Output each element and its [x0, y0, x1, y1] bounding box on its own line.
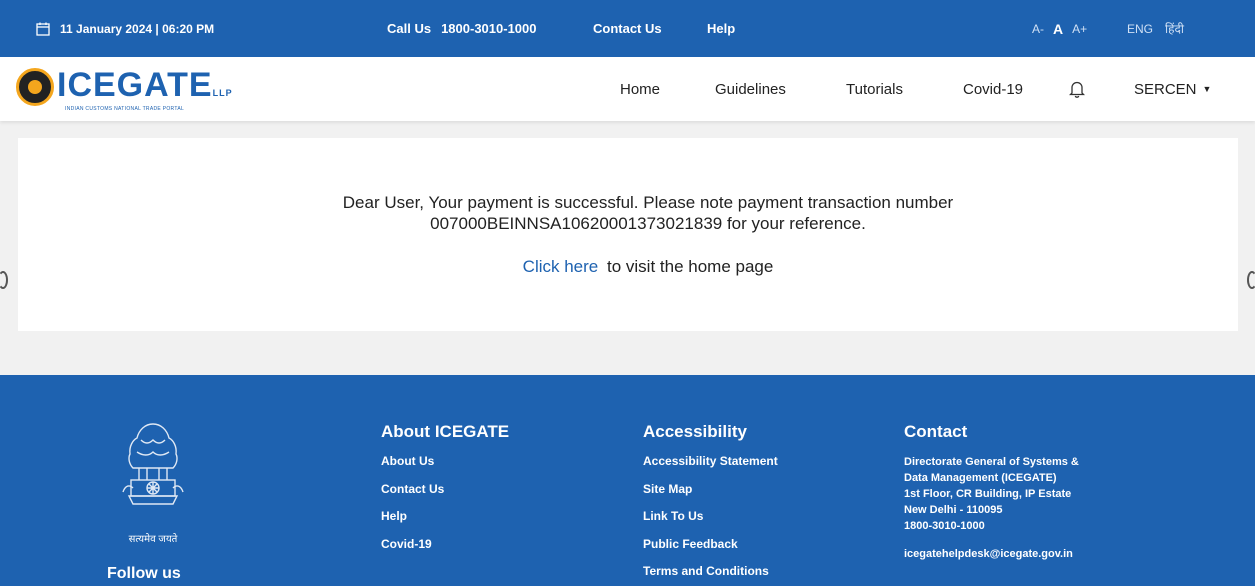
user-menu-dropdown[interactable]: SERCEN ▼ [1134, 57, 1211, 121]
footer-accessibility-section: Accessibility Accessibility Statement Si… [643, 422, 778, 586]
home-page-prompt: Click here to visit the home page [18, 257, 1255, 277]
nav-guidelines[interactable]: Guidelines [715, 57, 786, 121]
calendar-icon [36, 22, 50, 36]
payment-message-line2: 007000BEINNSA10620001373021839 for your … [430, 214, 866, 233]
footer-link-link-to-us[interactable]: Link To Us [643, 509, 778, 537]
footer: सत्यमेव जयते Follow us About ICEGATE Abo… [0, 375, 1255, 586]
footer-link-contact-us[interactable]: Contact Us [381, 482, 509, 510]
nav-covid[interactable]: Covid-19 [963, 57, 1023, 121]
call-us-label: Call Us [387, 21, 432, 36]
nav-home[interactable]: Home [620, 57, 660, 121]
contact-address-line: Data Management (ICEGATE) [904, 472, 1057, 484]
font-increase-button[interactable]: A+ [1072, 22, 1087, 36]
datetime-text: 11 January 2024 | 06:20 PM [60, 21, 215, 36]
chevron-down-icon: ▼ [1202, 84, 1212, 94]
notification-bell-icon[interactable] [1069, 57, 1085, 121]
footer-contact-title: Contact [904, 422, 968, 441]
main-navbar: ICEGATELLP INDIAN CUSTOMS NATIONAL TRADE… [0, 57, 1255, 121]
call-us[interactable]: Call Us 1800-3010-1000 [387, 0, 537, 57]
payment-message-line1: Dear User, Your payment is successful. P… [342, 193, 954, 212]
nav-tutorials[interactable]: Tutorials [846, 57, 903, 121]
footer-about-section: About ICEGATE About Us Contact Us Help C… [381, 422, 509, 564]
click-here-link[interactable]: Click here [523, 257, 599, 276]
logo-tagline: INDIAN CUSTOMS NATIONAL TRADE PORTAL [65, 106, 185, 112]
emblem-motto: सत्यमेव जयते [128, 534, 178, 545]
footer-link-terms[interactable]: Terms and Conditions [643, 564, 778, 586]
contact-address-line: Directorate General of Systems & [904, 456, 1079, 468]
carousel-prev-icon[interactable] [0, 271, 8, 289]
payment-result-card: Dear User, Your payment is successful. P… [18, 138, 1238, 331]
logo-trademark: LLP [212, 88, 233, 98]
footer-link-accessibility-statement[interactable]: Accessibility Statement [643, 454, 778, 482]
top-help-link[interactable]: Help [707, 0, 735, 57]
datetime: 11 January 2024 | 06:20 PM [36, 0, 214, 57]
footer-contact-section: Contact Directorate General of Systems &… [904, 422, 1079, 562]
follow-us-heading: Follow us [107, 565, 181, 582]
language-switcher: ENG हिंदी [1127, 0, 1196, 57]
payment-success-message: Dear User, Your payment is successful. P… [18, 192, 1255, 234]
footer-about-title: About ICEGATE [381, 422, 510, 441]
footer-link-covid[interactable]: Covid-19 [381, 537, 509, 565]
logo-emblem-icon [16, 68, 54, 106]
call-us-number[interactable]: 1800-3010-1000 [441, 21, 536, 36]
footer-link-site-map[interactable]: Site Map [643, 482, 778, 510]
font-size-controls: A- A A+ [1032, 0, 1096, 57]
contact-address-line: 1st Floor, CR Building, IP Estate [904, 488, 1072, 500]
contact-address-line: New Delhi - 110095 [904, 504, 1003, 516]
footer-link-help[interactable]: Help [381, 509, 509, 537]
contact-phone[interactable]: 1800-3010-1000 [904, 518, 1079, 534]
top-contact-us-link[interactable]: Contact Us [593, 0, 662, 57]
user-name: SERCEN [1134, 80, 1197, 98]
lang-english-button[interactable]: ENG [1127, 22, 1153, 36]
lang-hindi-button[interactable]: हिंदी [1165, 20, 1184, 37]
font-normal-button[interactable]: A [1053, 21, 1063, 37]
logo-wordmark-text: ICEGATE [57, 66, 213, 104]
top-bar: 11 January 2024 | 06:20 PM Call Us 1800-… [0, 0, 1255, 57]
footer-accessibility-title: Accessibility [643, 422, 747, 441]
contact-email-link[interactable]: icegatehelpdesk@icegate.gov.in [904, 546, 1079, 562]
home-page-prompt-text: to visit the home page [607, 257, 774, 276]
font-decrease-button[interactable]: A- [1032, 22, 1044, 36]
national-emblem-icon [122, 423, 184, 505]
icegate-logo[interactable]: ICEGATELLP INDIAN CUSTOMS NATIONAL TRADE… [16, 65, 232, 115]
footer-link-public-feedback[interactable]: Public Feedback [643, 537, 778, 565]
footer-link-about-us[interactable]: About Us [381, 454, 509, 482]
